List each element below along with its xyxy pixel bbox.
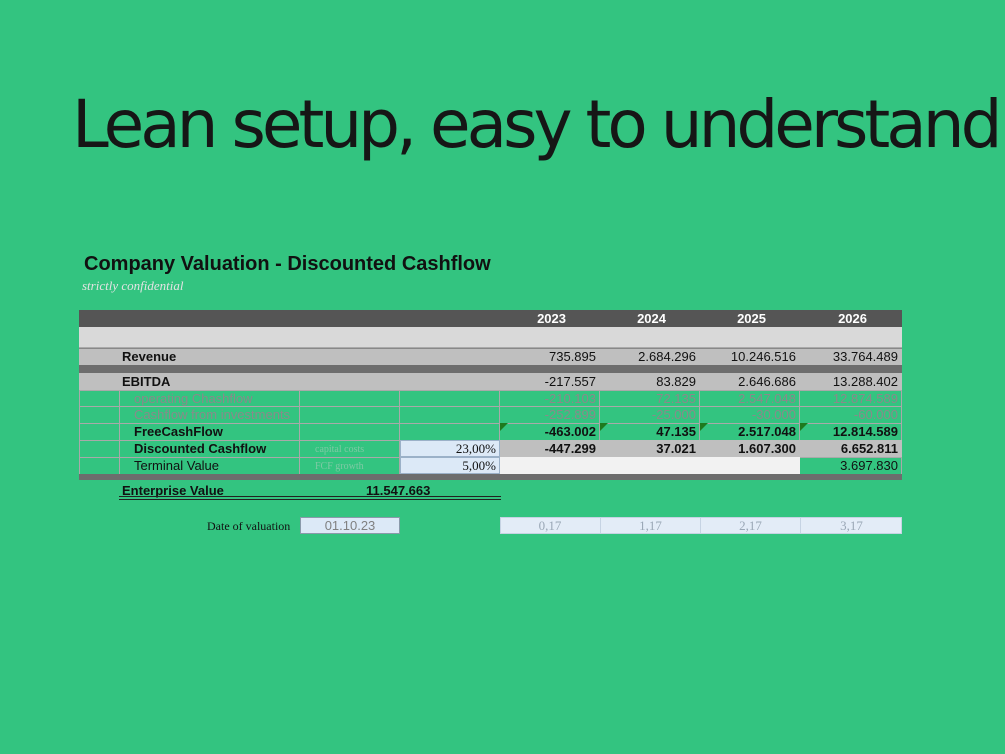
year-header-2023: 2023 bbox=[537, 311, 566, 326]
valuation-date-label: Date of valuation bbox=[207, 519, 291, 533]
investments-label: Cashflow from investments bbox=[134, 407, 291, 422]
dcf-2023[interactable]: -447.299 bbox=[500, 440, 600, 457]
double-underline bbox=[119, 496, 501, 497]
grid-col bbox=[119, 390, 120, 474]
fcf-2023[interactable]: -463.002 bbox=[500, 423, 600, 440]
discount-factor-2024[interactable]: 1,17 bbox=[600, 517, 700, 534]
spacer-band bbox=[79, 327, 902, 348]
operating-2023[interactable]: -210.103 bbox=[500, 390, 600, 407]
dcf-2026[interactable]: 6.652.811 bbox=[800, 440, 902, 457]
ebitda-2026[interactable]: 13.288.402 bbox=[800, 373, 902, 390]
double-underline bbox=[119, 499, 501, 500]
revenue-2025[interactable]: 10.246.516 bbox=[700, 348, 800, 365]
fcf-growth-value[interactable]: 5,00% bbox=[400, 457, 500, 474]
discount-factor-2023[interactable]: 0,17 bbox=[500, 517, 600, 534]
divider bbox=[79, 365, 902, 373]
grid-col bbox=[299, 390, 300, 474]
fcf-2026[interactable]: 12.814.589 bbox=[800, 423, 902, 440]
capital-costs-value[interactable]: 23,00% bbox=[400, 440, 500, 457]
operating-2025[interactable]: 2.547.048 bbox=[700, 390, 800, 407]
ebitda-2023[interactable]: -217.557 bbox=[500, 373, 600, 390]
divider bbox=[79, 474, 902, 480]
terminal-blank bbox=[500, 457, 800, 474]
ebitda-label: EBITDA bbox=[122, 374, 171, 389]
year-header-2024: 2024 bbox=[637, 311, 666, 326]
year-header-2025: 2025 bbox=[737, 311, 766, 326]
operating-2024[interactable]: 72.135 bbox=[600, 390, 700, 407]
fcf-2024[interactable]: 47.135 bbox=[600, 423, 700, 440]
revenue-label: Revenue bbox=[122, 349, 177, 364]
discount-factor-2026[interactable]: 3,17 bbox=[800, 517, 902, 534]
fcf-2025[interactable]: 2.517.048 bbox=[700, 423, 800, 440]
grid-col bbox=[79, 390, 80, 474]
terminal-label: Terminal Value bbox=[134, 458, 220, 473]
revenue-2026[interactable]: 33.764.489 bbox=[800, 348, 902, 365]
revenue-2023[interactable]: 735.895 bbox=[500, 348, 600, 365]
valuation-date-value[interactable]: 01.10.23 bbox=[300, 517, 400, 534]
sheet-subtitle: strictly confidential bbox=[82, 278, 184, 293]
ebitda-2025[interactable]: 2.646.686 bbox=[700, 373, 800, 390]
investments-2023[interactable]: -252.899 bbox=[500, 406, 600, 423]
sheet-title: Company Valuation - Discounted Cashflow bbox=[84, 253, 491, 275]
investments-2024[interactable]: -25.000 bbox=[600, 406, 700, 423]
fcf-growth-label: FCF growth bbox=[315, 461, 364, 472]
dcf-2024[interactable]: 37.021 bbox=[600, 440, 700, 457]
fcf-label: FreeCashFlow bbox=[134, 424, 223, 439]
ebitda-2024[interactable]: 83.829 bbox=[600, 373, 700, 390]
slide-title: Lean setup, easy to understand bbox=[72, 86, 1002, 163]
terminal-value[interactable]: 3.697.830 bbox=[800, 457, 902, 474]
investments-2026[interactable]: -60.000 bbox=[800, 406, 902, 423]
year-header-2026: 2026 bbox=[838, 311, 867, 326]
operating-2026[interactable]: 12.874.589 bbox=[800, 390, 902, 407]
capital-costs-label: capital costs bbox=[315, 444, 365, 455]
discount-factor-2025[interactable]: 2,17 bbox=[700, 517, 800, 534]
operating-label: operating Chashflow bbox=[134, 391, 253, 406]
year-header-row bbox=[79, 310, 902, 327]
revenue-2024[interactable]: 2.684.296 bbox=[600, 348, 700, 365]
investments-2025[interactable]: -30.000 bbox=[700, 406, 800, 423]
dcf-label: Discounted Cashflow bbox=[134, 441, 267, 456]
dcf-2025[interactable]: 1.607.300 bbox=[700, 440, 800, 457]
